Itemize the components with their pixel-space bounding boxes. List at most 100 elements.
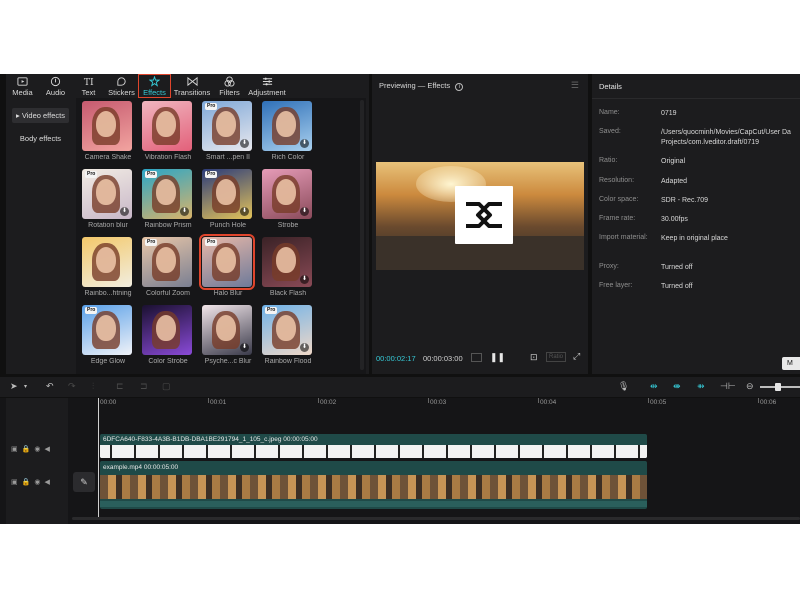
effect-thumbnail[interactable]: ⬇ <box>262 169 312 219</box>
eye-icon[interactable]: ◉ <box>34 478 40 486</box>
main-track-magnet-icon[interactable]: ⇹ <box>650 381 658 392</box>
effect-card[interactable]: Pro Edge Glow <box>82 305 134 365</box>
download-icon[interactable]: ⬇ <box>300 139 309 148</box>
delete-right-icon[interactable]: ⊐ <box>140 381 148 392</box>
tab-stickers[interactable]: Stickers <box>105 74 138 98</box>
effect-thumbnail[interactable]: Pro <box>82 305 132 355</box>
effect-thumbnail[interactable]: Pro <box>199 234 255 290</box>
microphone-icon[interactable]: 🎙 <box>618 381 629 392</box>
download-icon[interactable]: ⬇ <box>300 275 309 284</box>
tick-label: 00:03 <box>430 399 447 406</box>
download-icon[interactable]: ⬇ <box>180 207 189 216</box>
download-icon[interactable]: ⬇ <box>300 343 309 352</box>
effect-card[interactable]: Pro ⬇ Rotation blur <box>82 169 134 229</box>
tab-filters[interactable]: Filters <box>213 74 246 98</box>
details-panel: Details Name: 0719 Saved: /Users/quocmin… <box>592 74 800 374</box>
select-cursor-icon[interactable]: ➤ <box>10 381 18 392</box>
sidebar-item-video-effects[interactable]: ▸ Video effects <box>12 108 69 123</box>
split-icon[interactable]: ⫶ <box>92 381 94 392</box>
effect-card[interactable]: Pro ⬇ Rainbow Prism <box>142 169 194 229</box>
video-clip[interactable]: example.mp4 00:00:05:00 <box>100 461 647 509</box>
delete-left-icon[interactable]: ⊏ <box>116 381 124 392</box>
track-cover-icon[interactable]: ▣ <box>11 478 18 486</box>
effect-thumbnail[interactable] <box>142 305 192 355</box>
modify-button[interactable]: M <box>782 357 800 370</box>
tab-transitions[interactable]: Transitions <box>171 74 213 98</box>
effect-card[interactable]: ⬇ Black Flash <box>262 237 314 297</box>
zoom-slider-handle[interactable] <box>775 383 781 391</box>
effect-card[interactable]: Pro Colorful Zoom <box>142 237 194 297</box>
download-icon[interactable]: ⬇ <box>240 207 249 216</box>
edit-cover-button[interactable]: ✎ <box>73 472 95 492</box>
sidebar-item-body-effects[interactable]: Body effects <box>12 131 69 146</box>
timeline-scrollbar[interactable] <box>72 517 800 520</box>
download-icon[interactable]: ⬇ <box>300 207 309 216</box>
tick-mark <box>538 398 539 403</box>
pause-icon[interactable]: ❚❚ <box>490 352 505 363</box>
preview-axis-icon[interactable]: ⊣⊢ <box>720 381 736 392</box>
effect-thumbnail[interactable]: Pro ⬇ <box>82 169 132 219</box>
download-icon[interactable]: ⬇ <box>120 207 129 216</box>
effect-thumbnail[interactable]: ⬇ <box>262 237 312 287</box>
delete-icon[interactable]: ▢ <box>162 381 171 392</box>
effect-card[interactable]: ⬇ Psyche...c Blur <box>202 305 254 365</box>
lock-icon[interactable]: 🔒 <box>22 478 31 486</box>
video-clip-thumbnails <box>100 475 647 499</box>
playhead[interactable] <box>98 398 99 520</box>
thumbnail-subject-face <box>96 111 116 137</box>
tab-adjustment[interactable]: Adjustment <box>246 74 288 98</box>
effect-thumbnail[interactable]: Pro ⬇ <box>202 169 252 219</box>
effect-card[interactable]: ⬇ Strobe <box>262 169 314 229</box>
tab-text[interactable]: TI Text <box>72 74 105 98</box>
effect-thumbnail[interactable] <box>142 101 192 151</box>
info-icon[interactable]: i <box>455 83 464 91</box>
auto-snap-icon[interactable]: ⇼ <box>673 381 681 392</box>
ratio-button[interactable]: Ratio <box>546 352 567 362</box>
timeline-ruler[interactable]: 00:00 00:01 00:02 00:03 00:04 00:05 00:0… <box>96 398 800 410</box>
effect-card[interactable]: Vibration Flash <box>142 101 194 161</box>
tab-media[interactable]: Media <box>6 74 39 98</box>
lock-icon[interactable]: 🔒 <box>22 445 31 453</box>
menu-icon[interactable]: ☰ <box>571 80 579 91</box>
image-clip[interactable]: 6DFCA640-F833-4A3B-B1DB-DBA1BE291794_1_1… <box>100 434 647 458</box>
effect-card[interactable]: Pro ⬇ Punch Hole <box>202 169 254 229</box>
effect-thumbnail[interactable]: Pro ⬇ <box>202 101 252 151</box>
undo-icon[interactable]: ↶ <box>46 381 54 392</box>
effect-thumbnail[interactable]: ⬇ <box>202 305 252 355</box>
effect-thumbnail[interactable] <box>82 237 132 287</box>
effects-scrollbar[interactable] <box>360 100 364 370</box>
chevron-down-icon[interactable]: ▾ <box>24 383 27 390</box>
player-title: Previewing — Effects i <box>379 81 464 91</box>
download-icon[interactable]: ⬇ <box>240 343 249 352</box>
media-library-panel: Media Audio TI Text Stickers Effects Tra… <box>6 74 369 374</box>
effect-card[interactable]: Pro ⬇ Smart ...pen II <box>202 101 254 161</box>
effect-card[interactable]: Color Strobe <box>142 305 194 365</box>
effect-thumbnail[interactable]: Pro <box>142 237 192 287</box>
effect-card[interactable]: Pro Halo Blur <box>199 234 255 297</box>
effect-card[interactable]: ⬇ Rich Color <box>262 101 314 161</box>
effect-thumbnail[interactable]: Pro ⬇ <box>142 169 192 219</box>
eye-icon[interactable]: ◉ <box>34 445 40 453</box>
speaker-icon[interactable]: ◀ <box>44 445 49 453</box>
tab-audio[interactable]: Audio <box>39 74 72 98</box>
speaker-icon[interactable]: ◀ <box>44 478 49 486</box>
linkage-icon[interactable]: ⇻ <box>697 381 705 392</box>
effect-thumbnail[interactable]: Pro ⬇ <box>262 305 312 355</box>
video-preview[interactable] <box>376 162 584 270</box>
download-icon[interactable]: ⬇ <box>240 139 249 148</box>
timeline-thumb-icon[interactable] <box>471 353 482 362</box>
track-cover-icon[interactable]: ▣ <box>11 445 18 453</box>
effect-label: Vibration Flash <box>144 154 192 161</box>
effect-thumbnail[interactable] <box>82 101 132 151</box>
effect-card[interactable]: Rainbo...htning <box>82 237 134 297</box>
tab-effects[interactable]: Effects <box>138 74 171 98</box>
effect-card[interactable]: Camera Shake <box>82 101 134 161</box>
pro-badge: Pro <box>205 239 218 246</box>
zoom-out-icon[interactable]: ⊖ <box>746 381 754 392</box>
fullscreen-icon[interactable]: ⤢ <box>573 351 580 362</box>
effect-card[interactable]: Pro ⬇ Rainbow Flood <box>262 305 314 365</box>
detail-value: Original <box>661 158 686 165</box>
fullscreen-fit-icon[interactable]: ⊡ <box>530 352 538 363</box>
redo-icon[interactable]: ↷ <box>68 381 76 392</box>
effect-thumbnail[interactable]: ⬇ <box>262 101 312 151</box>
